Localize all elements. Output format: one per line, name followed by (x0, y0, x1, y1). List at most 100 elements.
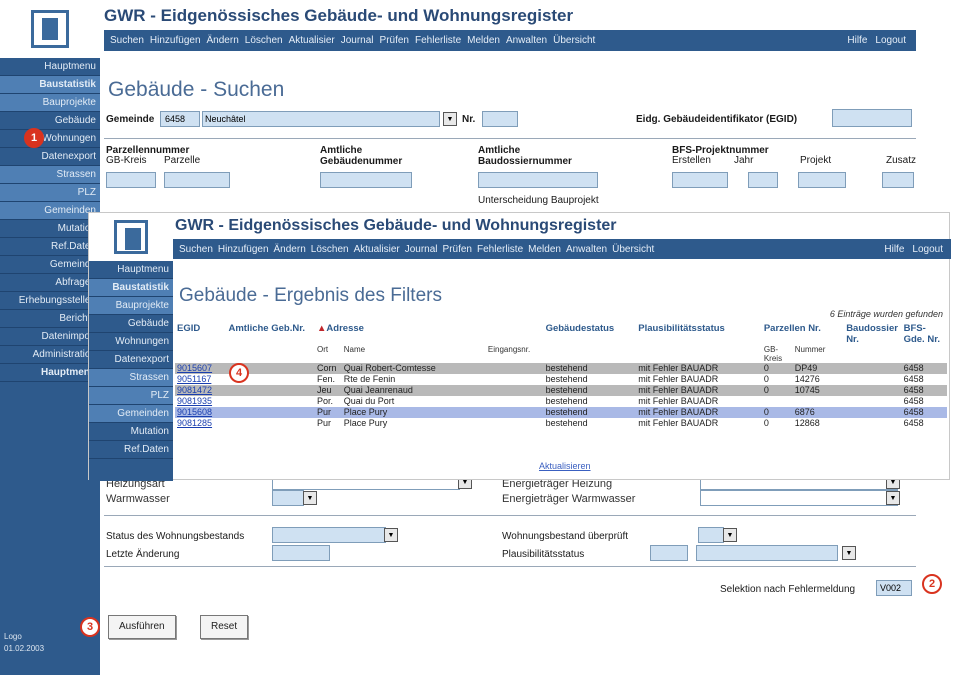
sidebar-item-baustatistik[interactable]: Baustatistik (89, 279, 173, 297)
egid-link[interactable]: 9081285 (177, 418, 212, 428)
reset-button[interactable]: Reset (200, 615, 249, 639)
sidebar-item-main-menu[interactable]: Hauptmenu (0, 58, 100, 76)
amtliche-bau-field[interactable] (478, 172, 598, 188)
table-row[interactable]: 9081935 Por. Quai du Port bestehend mit … (175, 396, 947, 407)
sidebar-item-main-menu-2[interactable]: Hauptmenu (0, 364, 100, 382)
nav-edit[interactable]: Ändern (207, 35, 239, 46)
chevron-down-icon[interactable]: ▼ (886, 491, 900, 505)
sidebar-item-gemeinde[interactable]: Gemeinde (0, 256, 100, 274)
nav-search[interactable]: Suchen (110, 35, 144, 46)
col-adresse[interactable]: ▲Adresse (315, 323, 544, 345)
sidebar-item-berichte[interactable]: Berichte (0, 310, 100, 328)
col-egid[interactable]: EGID (175, 323, 226, 345)
erstellen-field[interactable] (672, 172, 728, 188)
sidebar-item-gebaeude[interactable]: Gebäude (89, 315, 173, 333)
col-parzellen[interactable]: Parzellen Nr. (762, 323, 844, 345)
sidebar-item-mutation[interactable]: Mutation (0, 220, 100, 238)
nr-field[interactable] (482, 111, 518, 127)
zusatz-field[interactable] (882, 172, 914, 188)
warmwasser-select[interactable] (272, 490, 304, 506)
help-link[interactable]: Hilfe (847, 35, 867, 46)
gemeinde-select[interactable]: Neuchâtel (202, 111, 440, 127)
nav-delete[interactable]: Löschen (245, 35, 283, 46)
sidebar-item-plz[interactable]: PLZ (0, 184, 100, 202)
sidebar-item-datenimport[interactable]: Datenimport (0, 328, 100, 346)
chevron-down-icon[interactable]: ▼ (384, 528, 398, 542)
chevron-down-icon[interactable]: ▼ (443, 112, 457, 126)
nav-admin[interactable]: Anwalten (506, 35, 547, 46)
sidebar-item-bauprojekte[interactable]: Bauprojekte (89, 297, 173, 315)
nav-journal[interactable]: Journal (405, 244, 438, 255)
plausibilitaet-select[interactable] (696, 545, 838, 561)
sidebar-item-wohnungen[interactable]: Wohnungen (0, 130, 100, 148)
table-row[interactable]: 9015608 Pur Place Pury bestehend mit Feh… (175, 407, 947, 418)
sidebar-item-baustatistik[interactable]: Baustatistik (0, 76, 100, 94)
chevron-down-icon[interactable]: ▼ (303, 491, 317, 505)
chevron-down-icon[interactable]: ▼ (842, 546, 856, 560)
egid-link[interactable]: 9081935 (177, 396, 212, 406)
sidebar-item-gemeinden[interactable]: Gemeinden (89, 405, 173, 423)
update-link[interactable]: Aktualisieren (539, 461, 591, 471)
gemeinde-nr-field[interactable]: 6458 (160, 111, 200, 127)
nav-report[interactable]: Melden (528, 244, 561, 255)
sidebar-item-ref-daten[interactable]: Ref.Daten (89, 441, 173, 459)
nav-admin[interactable]: Anwalten (566, 244, 607, 255)
col-baudossier[interactable]: Baudossier Nr. (844, 323, 901, 345)
nav-overview[interactable]: Übersicht (612, 244, 654, 255)
sidebar-item-main-menu[interactable]: Hauptmenu (89, 261, 173, 279)
table-row[interactable]: 9081285 Pur Place Pury bestehend mit Feh… (175, 418, 947, 429)
sidebar-item-erhebungsstellen[interactable]: Erhebungsstellen (0, 292, 100, 310)
projekt-field[interactable] (798, 172, 846, 188)
sidebar-item-datenexport[interactable]: Datenexport (89, 351, 173, 369)
egid-field[interactable] (832, 109, 912, 127)
egid-link[interactable]: 9051167 (177, 374, 211, 384)
selektion-field[interactable]: V002 (876, 580, 912, 596)
table-row[interactable]: 9081472 Jeu Quai Jeanrenaud bestehend mi… (175, 385, 947, 396)
nav-check[interactable]: Prüfen (443, 244, 472, 255)
sidebar-item-plz[interactable]: PLZ (89, 387, 173, 405)
nav-errors[interactable]: Fehlerliste (477, 244, 523, 255)
nav-search[interactable]: Suchen (179, 244, 213, 255)
letzte-aenderung-field[interactable] (272, 545, 330, 561)
sidebar-item-bauprojekte[interactable]: Bauprojekte (0, 94, 100, 112)
table-row[interactable]: 9015607 Corn Quai Robert-Comtesse besteh… (175, 363, 947, 374)
nav-add[interactable]: Hinzufügen (218, 244, 269, 255)
egid-link[interactable]: 9015608 (177, 407, 212, 417)
table-row[interactable]: 9051167 Fen. Rte de Fenin bestehend mit … (175, 374, 947, 385)
logout-link[interactable]: Logout (912, 244, 943, 255)
sidebar-item-gebaeude[interactable]: Gebäude (0, 112, 100, 130)
help-link[interactable]: Hilfe (884, 244, 904, 255)
nav-update[interactable]: Aktualisier (354, 244, 400, 255)
sidebar-item-abfragen[interactable]: Abfragen (0, 274, 100, 292)
sidebar-item-strassen[interactable]: Strassen (89, 369, 173, 387)
sidebar-item-mutation[interactable]: Mutation (89, 423, 173, 441)
nav-update[interactable]: Aktualisier (289, 35, 335, 46)
chevron-down-icon[interactable]: ▼ (723, 528, 737, 542)
nav-errors[interactable]: Fehlerliste (415, 35, 461, 46)
nav-edit[interactable]: Ändern (274, 244, 306, 255)
nav-overview[interactable]: Übersicht (553, 35, 595, 46)
col-amtliche[interactable]: Amtliche Geb.Nr. (226, 323, 315, 345)
jahr-field[interactable] (748, 172, 778, 188)
nav-delete[interactable]: Löschen (311, 244, 349, 255)
energie-warmwasser-select[interactable] (700, 490, 898, 506)
status-wohnung-select[interactable] (272, 527, 386, 543)
nav-journal[interactable]: Journal (341, 35, 374, 46)
nav-add[interactable]: Hinzufügen (150, 35, 201, 46)
gb-kreis-field[interactable] (106, 172, 156, 188)
sidebar-item-administration[interactable]: Administration (0, 346, 100, 364)
amtliche-geb-field[interactable] (320, 172, 412, 188)
sidebar-item-ref-daten[interactable]: Ref.Daten (0, 238, 100, 256)
parzelle-field[interactable] (164, 172, 230, 188)
nav-check[interactable]: Prüfen (380, 35, 409, 46)
egid-link[interactable]: 9081472 (177, 385, 212, 395)
col-status[interactable]: Gebäudestatus (544, 323, 637, 345)
logout-link[interactable]: Logout (875, 35, 906, 46)
sidebar-item-wohnungen[interactable]: Wohnungen (89, 333, 173, 351)
sidebar-item-datenexport[interactable]: Datenexport (0, 148, 100, 166)
egid-link[interactable]: 9015607 (177, 363, 212, 373)
col-plaus[interactable]: Plausibilitätsstatus (636, 323, 762, 345)
nav-report[interactable]: Melden (467, 35, 500, 46)
wohnung-ueberprueft-select[interactable] (698, 527, 724, 543)
col-bfs[interactable]: BFS-Gde. Nr. (902, 323, 947, 345)
